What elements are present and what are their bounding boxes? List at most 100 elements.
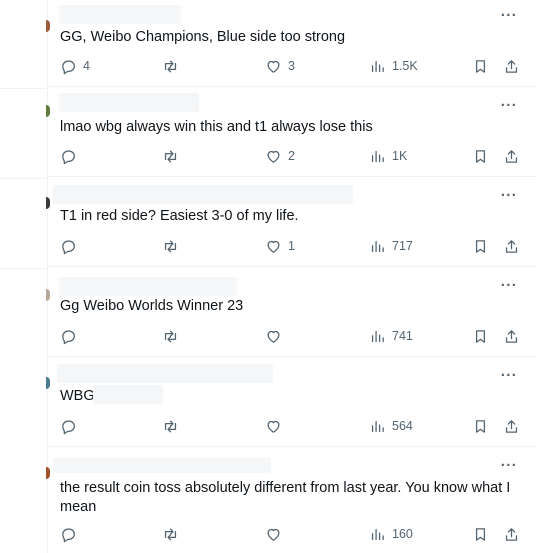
repost-button[interactable] [162,55,185,77]
reply-button[interactable]: 4 [60,55,90,77]
bookmark-icon [472,238,489,255]
reply-post[interactable]: ··· GG, Weibo Champions, Blue side too s… [46,0,536,87]
left-column [0,0,48,553]
reply-button[interactable] [60,145,83,167]
share-button[interactable] [503,145,520,167]
share-icon [503,238,520,255]
repost-button[interactable] [162,145,185,167]
like-button[interactable] [265,325,288,347]
post-text: GG, Weibo Champions, Blue side too stron… [60,29,346,45]
repost-button[interactable] [162,325,185,347]
repost-button[interactable] [162,415,185,437]
bookmark-icon [472,148,489,165]
redacted-author [59,277,237,296]
views-button[interactable]: 741 [369,325,413,347]
view-count: 1K [392,149,408,163]
share-button[interactable] [503,325,520,347]
reply-button[interactable] [60,325,83,347]
reply-feed: ··· GG, Weibo Champions, Blue side too s… [46,0,536,553]
share-button[interactable] [503,235,520,257]
views-button[interactable]: 717 [369,235,413,257]
reply-icon [60,328,77,345]
view-count: 741 [392,329,413,343]
bookmark-button[interactable] [472,325,489,347]
reply-button[interactable] [60,235,83,257]
share-button[interactable] [503,523,520,545]
avatar[interactable] [46,467,50,479]
share-icon [503,58,520,75]
views-icon [369,328,386,345]
bookmark-button[interactable] [472,415,489,437]
bookmark-icon [472,526,489,543]
bookmark-button[interactable] [472,523,489,545]
reply-icon [60,526,77,543]
redacted-author [53,458,271,473]
bookmark-button[interactable] [472,235,489,257]
bookmark-icon [472,58,489,75]
views-icon [369,238,386,255]
redacted-author [53,185,353,204]
repost-icon [162,526,179,543]
post-text: lmao wbg always win this and t1 always l… [60,119,373,135]
repost-icon [162,58,179,75]
more-icon[interactable]: ··· [498,368,520,389]
repost-button[interactable] [162,523,185,545]
repost-icon [162,328,179,345]
views-button[interactable]: 1.5K [369,55,418,77]
views-icon [369,148,386,165]
avatar[interactable] [46,197,50,209]
like-button[interactable]: 2 [265,145,295,167]
more-icon[interactable]: ··· [498,98,520,119]
views-icon [369,58,386,75]
like-button[interactable]: 1 [265,235,295,257]
views-icon [369,418,386,435]
like-count: 3 [288,59,295,73]
views-button[interactable]: 160 [369,523,413,545]
bookmark-icon [472,328,489,345]
view-count: 717 [392,239,413,253]
redacted-author [59,93,199,112]
heart-icon [265,58,282,75]
reply-post[interactable]: ··· WBG 564 [46,357,536,447]
bookmark-button[interactable] [472,55,489,77]
post-text: WBG [60,388,95,404]
reply-post[interactable]: ··· Gg Weibo Worlds Winner 23 741 [46,267,536,357]
post-text: Gg Weibo Worlds Winner 23 [60,298,244,314]
reply-icon [60,418,77,435]
post-text: the result coin toss absolutely differen… [60,480,511,515]
reply-post[interactable]: ··· lmao wbg always win this and t1 alwa… [46,87,536,177]
reply-button[interactable] [60,523,83,545]
share-button[interactable] [503,415,520,437]
redacted-text [93,385,163,404]
reply-icon [60,148,77,165]
heart-icon [265,148,282,165]
heart-icon [265,238,282,255]
repost-button[interactable] [162,235,185,257]
bookmark-button[interactable] [472,145,489,167]
like-button[interactable] [265,523,288,545]
share-button[interactable] [503,55,520,77]
reply-post[interactable]: ··· T1 in red side? Easiest 3-0 of my li… [46,177,536,267]
avatar[interactable] [46,289,50,301]
reply-post[interactable]: ··· the result coin toss absolutely diff… [46,447,536,553]
more-icon[interactable]: ··· [498,458,520,479]
views-button[interactable]: 564 [369,415,413,437]
view-count: 1.5K [392,59,418,73]
share-icon [503,418,520,435]
share-icon [503,328,520,345]
view-count: 160 [392,527,413,541]
redacted-author [57,364,273,383]
views-button[interactable]: 1K [369,145,407,167]
reply-icon [60,238,77,255]
avatar[interactable] [46,377,50,389]
avatar[interactable] [46,105,50,117]
reply-button[interactable] [60,415,83,437]
redacted-author [59,5,181,24]
like-button[interactable]: 3 [265,55,295,77]
like-count: 2 [288,149,295,163]
heart-icon [265,526,282,543]
avatar[interactable] [46,20,50,32]
like-button[interactable] [265,415,288,437]
heart-icon [265,418,282,435]
more-icon[interactable]: ··· [498,8,520,29]
